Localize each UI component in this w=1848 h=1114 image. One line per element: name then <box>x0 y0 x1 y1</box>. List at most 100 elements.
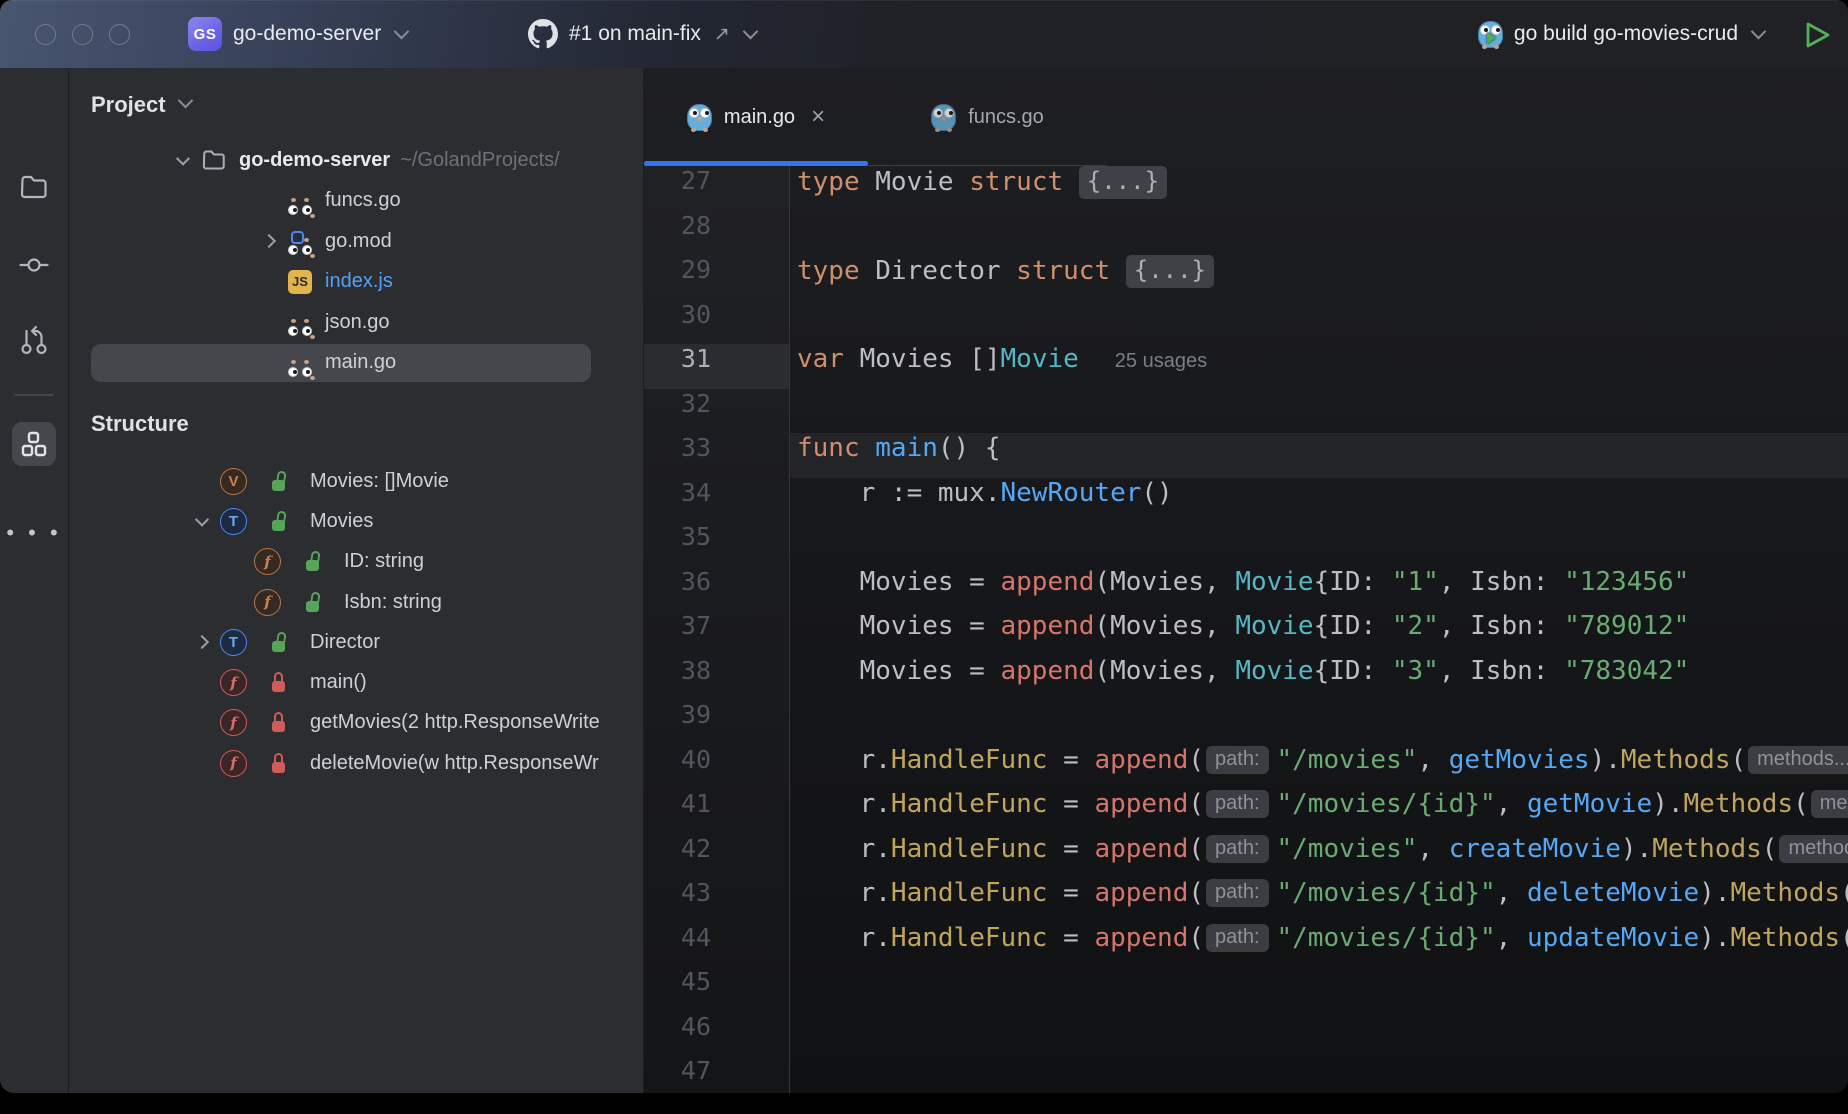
inlay-hint-chip[interactable]: path: <box>1206 924 1268 952</box>
tree-item-main.go[interactable]: main.go <box>69 343 643 384</box>
code-token: ). <box>1699 878 1730 908</box>
gutter-line-number[interactable]: 46 <box>644 1012 789 1057</box>
minimize-button[interactable] <box>72 24 93 45</box>
gutter-line-number[interactable]: 28 <box>644 211 789 256</box>
project-panel-header[interactable]: Project <box>69 68 643 122</box>
zoom-button[interactable] <box>109 24 130 45</box>
chevron-down-icon[interactable] <box>195 513 209 527</box>
code-token: Methods <box>1730 878 1840 908</box>
gutter-line-number[interactable]: 47 <box>644 1056 789 1093</box>
gutter-line-number[interactable]: 43 <box>644 878 789 923</box>
structure-item-T[interactable]: TMovies <box>69 501 643 541</box>
function-icon: f <box>220 669 247 696</box>
gutter-line-number[interactable]: 27 <box>644 166 789 211</box>
folded-code-chip[interactable]: {...} <box>1079 166 1167 199</box>
structure-panel-title: Structure <box>91 411 189 437</box>
tree-item-json.go[interactable]: json.go <box>69 302 643 343</box>
inlay-hint-chip[interactable]: path: <box>1206 879 1268 907</box>
structure-item-f[interactable]: fIsbn: string <box>69 582 643 622</box>
code-token: HandleFunc <box>891 923 1048 953</box>
unlocked-icon <box>271 632 288 653</box>
code-token: Methods <box>1652 834 1762 864</box>
structure-item-f[interactable]: fdeleteMovie(w http.ResponseWr <box>69 743 643 783</box>
structure-tool-button[interactable] <box>12 422 56 466</box>
gutter-line-number[interactable]: 35 <box>644 522 789 567</box>
gutter-line-number[interactable]: 33 <box>644 433 789 478</box>
gutter-line-number[interactable]: 44 <box>644 923 789 968</box>
code-token: "/movies" <box>1277 834 1418 864</box>
inlay-hint-chip[interactable]: path: <box>1206 835 1268 863</box>
code-token: getMovie <box>1527 789 1652 819</box>
code-line-38: Movies = append(Movies, Movie{ID: "3", I… <box>790 656 1848 701</box>
structure-item-f[interactable]: fmain() <box>69 662 643 702</box>
usages-inlay-hint[interactable]: 25 usages <box>1115 350 1207 372</box>
locked-icon <box>271 753 288 774</box>
gutter-line-number[interactable]: 32 <box>644 389 789 434</box>
tree-item-go.mod[interactable]: go.mod <box>69 221 643 262</box>
activity-bar: • • • <box>0 68 69 1093</box>
pull-request-tool-icon[interactable] <box>20 324 48 361</box>
inlay-hint-chip[interactable]: methods...: <box>1811 790 1848 818</box>
code-token: {ID: <box>1314 567 1392 597</box>
gutter-line-number[interactable]: 38 <box>644 656 789 701</box>
project-tool-icon folder-icon[interactable] <box>20 174 48 205</box>
code-line-36: Movies = append(Movies, Movie{ID: "1", I… <box>790 567 1848 612</box>
structure-item-f[interactable]: fID: string <box>69 542 643 582</box>
structure-item-f[interactable]: fgetMovies(2 http.ResponseWrite <box>69 703 643 743</box>
gutter-line-number[interactable]: 29 <box>644 255 789 300</box>
gutter-line-number[interactable]: 41 <box>644 789 789 834</box>
close-button[interactable] <box>35 24 56 45</box>
structure-item-V[interactable]: VMovies: []Movie <box>69 461 643 501</box>
more-tool-windows-icon[interactable]: • • • <box>0 520 68 546</box>
code-line-35 <box>790 522 1848 567</box>
folded-code-chip[interactable]: {...} <box>1126 255 1214 288</box>
close-tab-icon[interactable]: × <box>811 107 825 127</box>
gutter-line-number[interactable]: 31 <box>644 344 789 389</box>
inlay-hint-chip[interactable]: methods...: <box>1748 746 1848 774</box>
tree-item-funcs.go[interactable]: funcs.go <box>69 181 643 222</box>
chevron-right-icon[interactable] <box>195 635 209 649</box>
code-token: ( <box>1188 923 1204 953</box>
external-link-arrow-icon: ↗ <box>714 23 730 46</box>
commit-tool-icon[interactable] <box>19 252 49 283</box>
javascript-icon: JS <box>288 270 312 294</box>
code-token: HandleFunc <box>891 834 1048 864</box>
code-token: ). <box>1621 834 1652 864</box>
tree-item-go-demo-server[interactable]: go-demo-server~/GolandProjects/ <box>69 140 643 181</box>
gutter-line-number[interactable]: 42 <box>644 834 789 879</box>
gutter-line-number[interactable]: 37 <box>644 611 789 656</box>
editor-tab-funcs.go[interactable]: funcs.go <box>868 68 1107 166</box>
tree-item-index.js[interactable]: JSindex.js <box>69 262 643 303</box>
gutter-line-number[interactable]: 39 <box>644 700 789 745</box>
titlebar: GS go-demo-server #1 on main-fix ↗ go bu… <box>0 0 1848 68</box>
code-token: "/movies/{id}" <box>1277 923 1496 953</box>
code-line-42: r.HandleFunc = append(path:"/movies", cr… <box>790 834 1848 879</box>
gutter-line-number[interactable]: 30 <box>644 300 789 345</box>
vcs-widget[interactable]: #1 on main-fix ↗ <box>528 0 756 68</box>
run-configuration-widget[interactable]: go build go-movies-crud <box>1478 0 1764 68</box>
code-token: ). <box>1590 745 1621 775</box>
vcs-branch-label: #1 on main-fix <box>569 22 701 46</box>
code-token: Movies = <box>797 567 1001 597</box>
code-token: append <box>1094 745 1188 775</box>
line-number-gutter[interactable]: 2728293031323334353637383940414243444546… <box>644 166 789 1093</box>
inlay-hint-chip[interactable]: methods...: <box>1779 835 1848 863</box>
code-token: () { <box>938 433 1001 463</box>
gutter-line-number[interactable]: 40 <box>644 745 789 790</box>
chevron-down-icon[interactable] <box>176 152 190 166</box>
ide-window: GS go-demo-server #1 on main-fix ↗ go bu… <box>0 0 1848 1093</box>
inlay-hint-chip[interactable]: path: <box>1206 790 1268 818</box>
editor-tab-main.go[interactable]: main.go× <box>644 68 868 166</box>
tree-item-label: funcs.go <box>325 189 401 212</box>
code-viewport[interactable]: 2728293031323334353637383940414243444546… <box>644 166 1848 1093</box>
code-content[interactable]: type Movie struct {...}type Director str… <box>790 166 1848 1093</box>
run-button[interactable] <box>1800 18 1834 52</box>
gutter-line-number[interactable]: 45 <box>644 967 789 1012</box>
project-switcher[interactable]: GS go-demo-server <box>188 0 407 68</box>
gopher-run-icon <box>1478 21 1503 48</box>
inlay-hint-chip[interactable]: path: <box>1206 746 1268 774</box>
gutter-line-number[interactable]: 34 <box>644 478 789 523</box>
structure-item-T[interactable]: TDirector <box>69 622 643 662</box>
chevron-right-icon[interactable] <box>262 234 276 248</box>
gutter-line-number[interactable]: 36 <box>644 567 789 612</box>
